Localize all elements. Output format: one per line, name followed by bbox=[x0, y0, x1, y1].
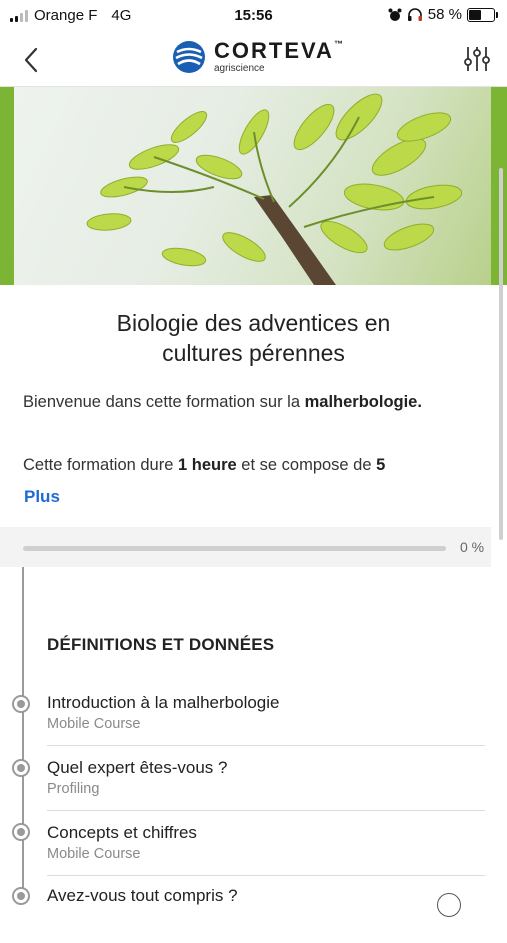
duration-mid: et se compose de bbox=[236, 456, 377, 474]
status-circle-icon bbox=[437, 893, 461, 917]
corteva-logo: CORTEVA™ agriscience bbox=[172, 40, 343, 74]
status-bar-right: 58 % bbox=[388, 6, 498, 23]
item-subtitle: Mobile Course bbox=[47, 846, 141, 862]
welcome-prefix: Bienvenue dans cette formation sur la bbox=[23, 393, 305, 411]
battery-label: 58 % bbox=[427, 6, 462, 23]
course-welcome-text: Bienvenue dans cette formation sur la ma… bbox=[23, 393, 422, 412]
item-title: Quel expert êtes-vous ? bbox=[47, 758, 228, 777]
list-item[interactable]: Avez-vous tout compris ? bbox=[0, 879, 491, 943]
course-progress: 0 % bbox=[0, 527, 491, 567]
sliders-icon bbox=[464, 47, 490, 71]
course-title-line-2: cultures pérennes bbox=[162, 340, 345, 366]
item-divider bbox=[47, 875, 485, 876]
leaves-illustration bbox=[86, 93, 463, 285]
scrollbar[interactable] bbox=[499, 168, 503, 540]
duration-prefix: Cette formation dure bbox=[23, 456, 178, 474]
alarm-icon bbox=[388, 8, 402, 21]
item-title: Introduction à la malherbologie bbox=[47, 693, 280, 712]
progress-bar bbox=[23, 546, 446, 551]
logo-wordmark: CORTEVA bbox=[214, 38, 334, 63]
list-item[interactable]: Concepts et chiffres Mobile Course bbox=[0, 815, 491, 879]
course-title-line-1: Biologie des adventices en bbox=[116, 310, 391, 336]
course-duration-text: Cette formation dure 1 heure et se compo… bbox=[23, 456, 385, 475]
item-title: Avez-vous tout compris ? bbox=[47, 886, 238, 905]
status-bar: Orange F 4G 15:56 58 % bbox=[0, 0, 507, 32]
welcome-bold: malherbologie. bbox=[304, 393, 422, 411]
item-subtitle: Profiling bbox=[47, 781, 100, 797]
course-hero-image bbox=[0, 87, 507, 285]
timeline-dot-icon bbox=[12, 759, 30, 777]
duration-bold: 1 heure bbox=[178, 456, 237, 474]
battery-icon bbox=[467, 7, 498, 22]
leaves-photo bbox=[14, 87, 491, 285]
item-divider bbox=[47, 745, 485, 746]
timeline-dot-icon bbox=[12, 695, 30, 713]
app-header: CORTEVA™ agriscience bbox=[0, 34, 507, 87]
timeline-dot-icon bbox=[12, 823, 30, 841]
duration-count: 5 bbox=[376, 456, 386, 474]
progress-percent: 0 % bbox=[460, 539, 485, 555]
list-item[interactable]: Introduction à la malherbologie Mobile C… bbox=[0, 686, 491, 750]
headphones-icon bbox=[407, 7, 422, 21]
timeline-dot-icon bbox=[12, 887, 30, 905]
corteva-logo-mark-icon bbox=[173, 41, 205, 73]
item-title: Concepts et chiffres bbox=[47, 823, 197, 842]
filter-button[interactable] bbox=[463, 44, 491, 74]
more-link[interactable]: Plus bbox=[24, 487, 60, 507]
item-divider bbox=[47, 810, 485, 811]
item-subtitle: Mobile Course bbox=[47, 716, 141, 732]
hero-accent-left bbox=[0, 87, 14, 285]
logo-tm: ™ bbox=[333, 39, 343, 49]
chevron-left-icon bbox=[24, 47, 38, 73]
section-title: DÉFINITIONS ET DONNÉES bbox=[47, 635, 275, 654]
course-title: Biologie des adventices en cultures pére… bbox=[20, 308, 487, 368]
back-button[interactable] bbox=[18, 44, 46, 76]
list-item[interactable]: Quel expert êtes-vous ? Profiling bbox=[0, 751, 491, 815]
logo-subtitle: agriscience bbox=[214, 63, 265, 74]
